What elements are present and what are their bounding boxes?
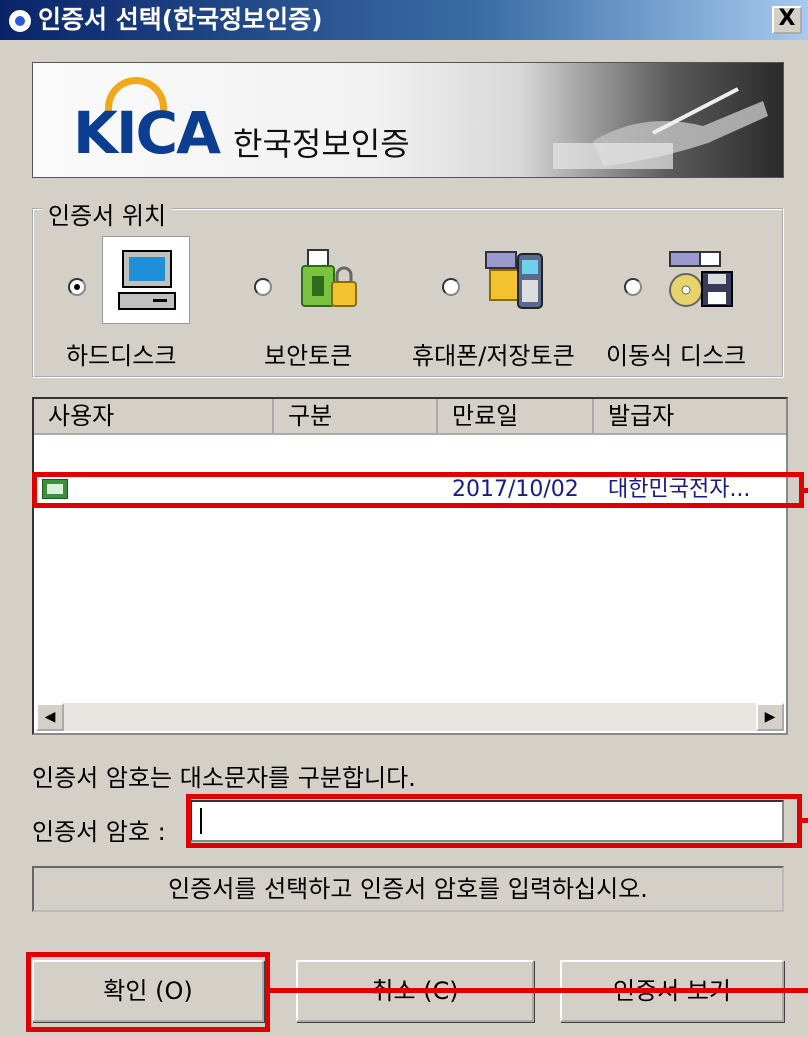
cert-location-legend: 인증서 위치: [42, 196, 173, 231]
label-hard-disk: 하드디스크: [66, 342, 177, 370]
writing-hand-image: [553, 87, 768, 169]
close-button[interactable]: X: [772, 6, 802, 34]
label-mobile-phone: 휴대폰/저장토큰: [412, 342, 575, 370]
removable-disk-icon[interactable]: [666, 248, 736, 314]
security-token-icon[interactable]: [298, 248, 360, 314]
annotation-box-ok-button: [26, 952, 270, 1032]
scroll-right-button[interactable]: ▶: [756, 703, 784, 731]
app-icon: [8, 9, 32, 33]
column-header-expiry[interactable]: 만료일: [438, 399, 594, 435]
window-title: 인증서 선택(한국정보인증): [38, 5, 323, 34]
label-removable-disk: 이동식 디스크: [606, 342, 747, 370]
password-label: 인증서 암호 :: [32, 818, 166, 846]
scroll-left-button[interactable]: ◀: [36, 703, 64, 731]
annotation-line-password: [800, 818, 808, 823]
annotation-box-certificate-row: [32, 472, 804, 508]
radio-hard-disk[interactable]: [68, 278, 86, 296]
status-message: 인증서를 선택하고 인증서 암호를 입력하십시오.: [32, 866, 784, 912]
computer-icon: [118, 250, 176, 310]
radio-security-token[interactable]: [254, 278, 272, 296]
horizontal-scrollbar[interactable]: ◀ ▶: [36, 703, 784, 731]
hard-disk-option[interactable]: [102, 236, 190, 324]
annotation-line-certificate-row: [802, 488, 808, 493]
kica-banner: KICA 한국정보인증: [32, 62, 784, 178]
annotation-line-ok-button: [268, 988, 808, 993]
password-hint: 인증서 암호는 대소문자를 구분합니다.: [32, 764, 416, 792]
column-header-user[interactable]: 사용자: [34, 399, 274, 435]
kica-logo: KICA: [73, 99, 221, 167]
radio-mobile-phone[interactable]: [442, 278, 460, 296]
column-header-issuer[interactable]: 발급자: [594, 399, 786, 435]
title-bar: 인증서 선택(한국정보인증) X: [0, 0, 808, 40]
certificate-list[interactable]: 사용자 구분 만료일 발급자 2017/10/02 대한민국전자... ◀ ▶: [32, 397, 788, 735]
column-header-type[interactable]: 구분: [274, 399, 438, 435]
label-security-token: 보안토큰: [264, 342, 353, 370]
annotation-box-password: [186, 794, 802, 848]
kica-logo-subtitle: 한국정보인증: [233, 125, 410, 163]
radio-removable-disk[interactable]: [624, 278, 642, 296]
mobile-phone-icon[interactable]: [484, 248, 546, 314]
